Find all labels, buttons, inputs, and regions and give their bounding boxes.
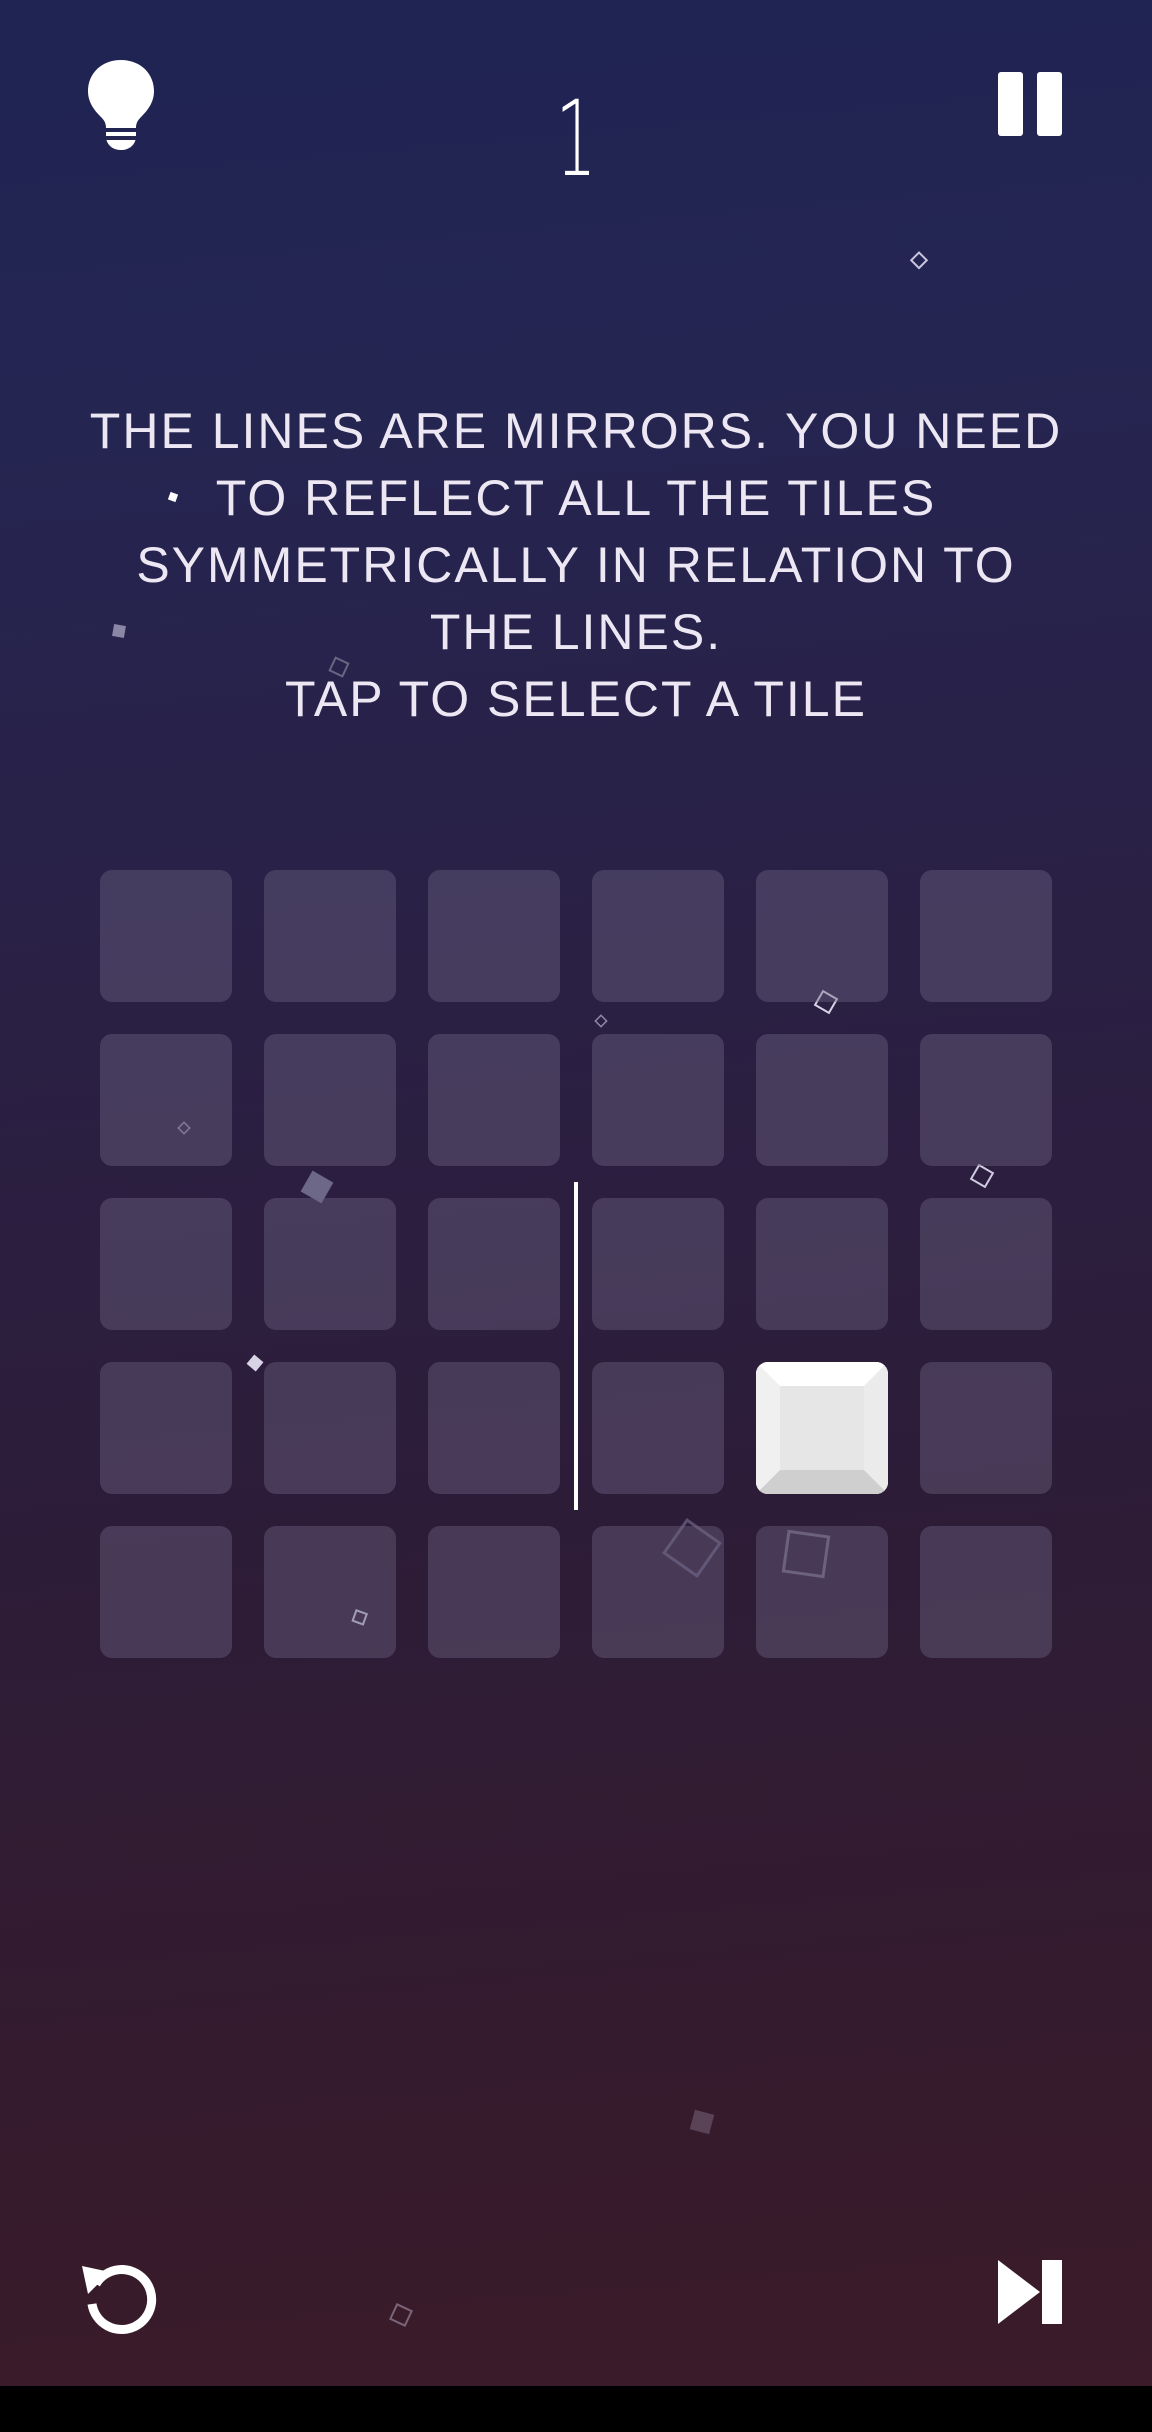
restart-icon[interactable] <box>80 2256 160 2336</box>
board-tile[interactable] <box>920 1526 1052 1658</box>
board-tile[interactable] <box>100 1526 232 1658</box>
board-tile[interactable] <box>428 1198 560 1330</box>
board-tile[interactable] <box>264 1034 396 1166</box>
board-tile[interactable] <box>592 1526 724 1658</box>
system-navigation-bar <box>0 2386 1152 2432</box>
board-tile[interactable] <box>756 1034 888 1166</box>
board-tile[interactable] <box>428 1034 560 1166</box>
particle-icon <box>689 2109 715 2135</box>
board-tile[interactable] <box>592 870 724 1002</box>
board-tile[interactable] <box>920 1034 1052 1166</box>
board-tile[interactable] <box>264 870 396 1002</box>
board-tile[interactable] <box>264 1526 396 1658</box>
board-tile[interactable] <box>756 1198 888 1330</box>
board-tile[interactable] <box>100 870 232 1002</box>
board-tile[interactable] <box>264 1198 396 1330</box>
board-tile[interactable] <box>592 1034 724 1166</box>
board-tile[interactable] <box>100 1034 232 1166</box>
mirror-line <box>574 1182 578 1510</box>
board-tile[interactable] <box>592 1198 724 1330</box>
board-tile[interactable] <box>756 870 888 1002</box>
skip-level-icon[interactable] <box>996 2258 1064 2326</box>
board-tile[interactable] <box>100 1362 232 1494</box>
tile-bevel <box>756 1362 888 1494</box>
board-tile[interactable] <box>428 1362 560 1494</box>
board-tile[interactable] <box>920 1198 1052 1330</box>
board-tile-selected[interactable] <box>756 1362 888 1494</box>
board-tile[interactable] <box>264 1362 396 1494</box>
board-tile[interactable] <box>756 1526 888 1658</box>
board-tile[interactable] <box>428 1526 560 1658</box>
particle-icon <box>389 2303 413 2327</box>
board-tile[interactable] <box>100 1198 232 1330</box>
board-tile[interactable] <box>592 1362 724 1494</box>
board-tile[interactable] <box>920 870 1052 1002</box>
board-tile[interactable] <box>920 1362 1052 1494</box>
board-tile[interactable] <box>428 870 560 1002</box>
